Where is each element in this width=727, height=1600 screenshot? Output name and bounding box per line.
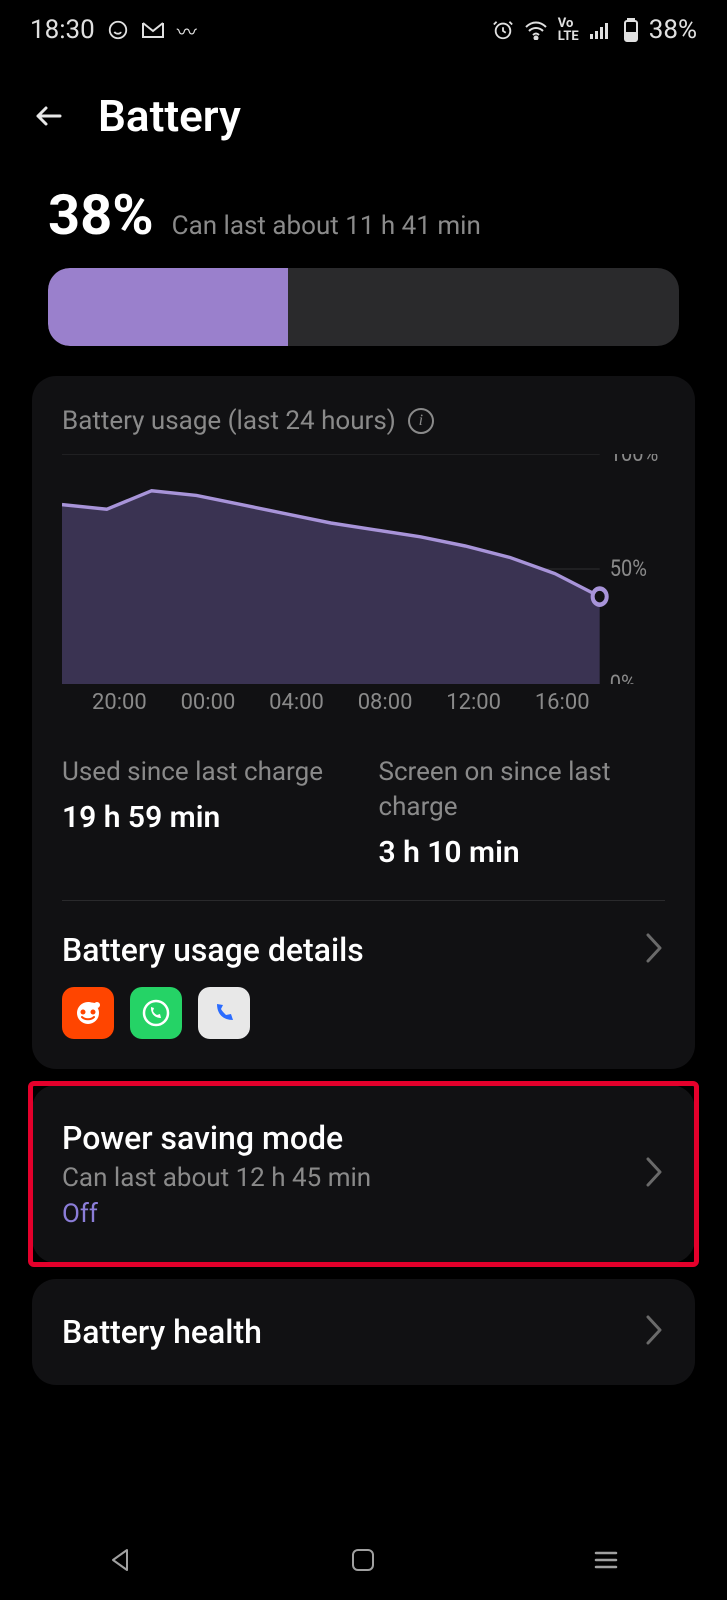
page-title: Battery [98, 90, 241, 142]
nav-back-button[interactable] [97, 1536, 145, 1584]
info-icon[interactable]: i [408, 408, 434, 434]
status-time: 18:30 [30, 15, 95, 45]
usage-title-row[interactable]: Battery usage (last 24 hours) i [62, 406, 665, 436]
battery-status-icon [623, 18, 639, 42]
battery-estimate: Can last about 11 h 41 min [172, 211, 481, 241]
chevron-right-icon [643, 931, 665, 969]
usage-title: Battery usage (last 24 hours) [62, 406, 396, 436]
svg-text:100%: 100% [610, 454, 659, 467]
app-icon-row [62, 987, 665, 1039]
phone-app-icon[interactable] [198, 987, 250, 1039]
chart-x-ticks: 20:0000:0004:0008:0012:0016:00 [62, 690, 600, 715]
svg-text:50%: 50% [610, 556, 647, 583]
battery-bar-fill [48, 268, 288, 346]
whatsapp-status-icon [107, 19, 129, 41]
power-saving-card: Power saving mode Can last about 12 h 45… [32, 1085, 695, 1263]
power-saving-item[interactable]: Power saving mode Can last about 12 h 45… [32, 1085, 695, 1263]
usage-details-title: Battery usage details [62, 931, 364, 969]
back-button[interactable] [30, 96, 70, 136]
screen-on-value: 3 h 10 min [379, 835, 666, 870]
volte-icon: VoLTE [558, 17, 579, 43]
page-header: Battery [0, 60, 727, 182]
power-saving-sub: Can last about 12 h 45 min [62, 1163, 371, 1193]
svg-text:0%: 0% [610, 671, 636, 684]
power-saving-status: Off [62, 1199, 371, 1229]
whatsapp-app-icon[interactable] [130, 987, 182, 1039]
wifi-icon [524, 20, 548, 40]
signal-icon [589, 20, 613, 40]
reddit-app-icon[interactable] [62, 987, 114, 1039]
system-nav-bar [0, 1520, 727, 1600]
used-since-label: Used since last charge [62, 755, 349, 790]
status-bar: 18:30 〰 VoLTE 38% [0, 0, 727, 60]
more-status-icon: 〰 [177, 16, 197, 45]
divider [62, 900, 665, 901]
screen-on-label: Screen on since last charge [379, 755, 666, 825]
alarm-icon [492, 19, 514, 41]
battery-stats: Used since last charge 19 h 59 min Scree… [62, 755, 665, 870]
battery-health-title: Battery health [62, 1313, 262, 1351]
used-since-value: 19 h 59 min [62, 800, 349, 835]
usage-details-row[interactable]: Battery usage details [62, 931, 665, 969]
gmail-status-icon [141, 21, 165, 39]
chevron-right-icon [643, 1313, 665, 1351]
battery-bar [48, 268, 679, 346]
battery-health-card: Battery health [32, 1279, 695, 1385]
power-saving-title: Power saving mode [62, 1119, 371, 1157]
battery-percent: 38% [48, 182, 154, 248]
battery-summary: 38% Can last about 11 h 41 min [0, 182, 727, 248]
nav-home-button[interactable] [339, 1536, 387, 1584]
battery-chart[interactable]: 100% 50% 0% 20:0000:0004:0008:0012:0016:00 [62, 454, 665, 715]
nav-recent-button[interactable] [582, 1536, 630, 1584]
usage-card: Battery usage (last 24 hours) i 100% 50% 0… [32, 376, 695, 1069]
chevron-right-icon [643, 1155, 665, 1193]
status-battery-pct: 38% [649, 15, 697, 45]
battery-health-item[interactable]: Battery health [32, 1279, 695, 1385]
